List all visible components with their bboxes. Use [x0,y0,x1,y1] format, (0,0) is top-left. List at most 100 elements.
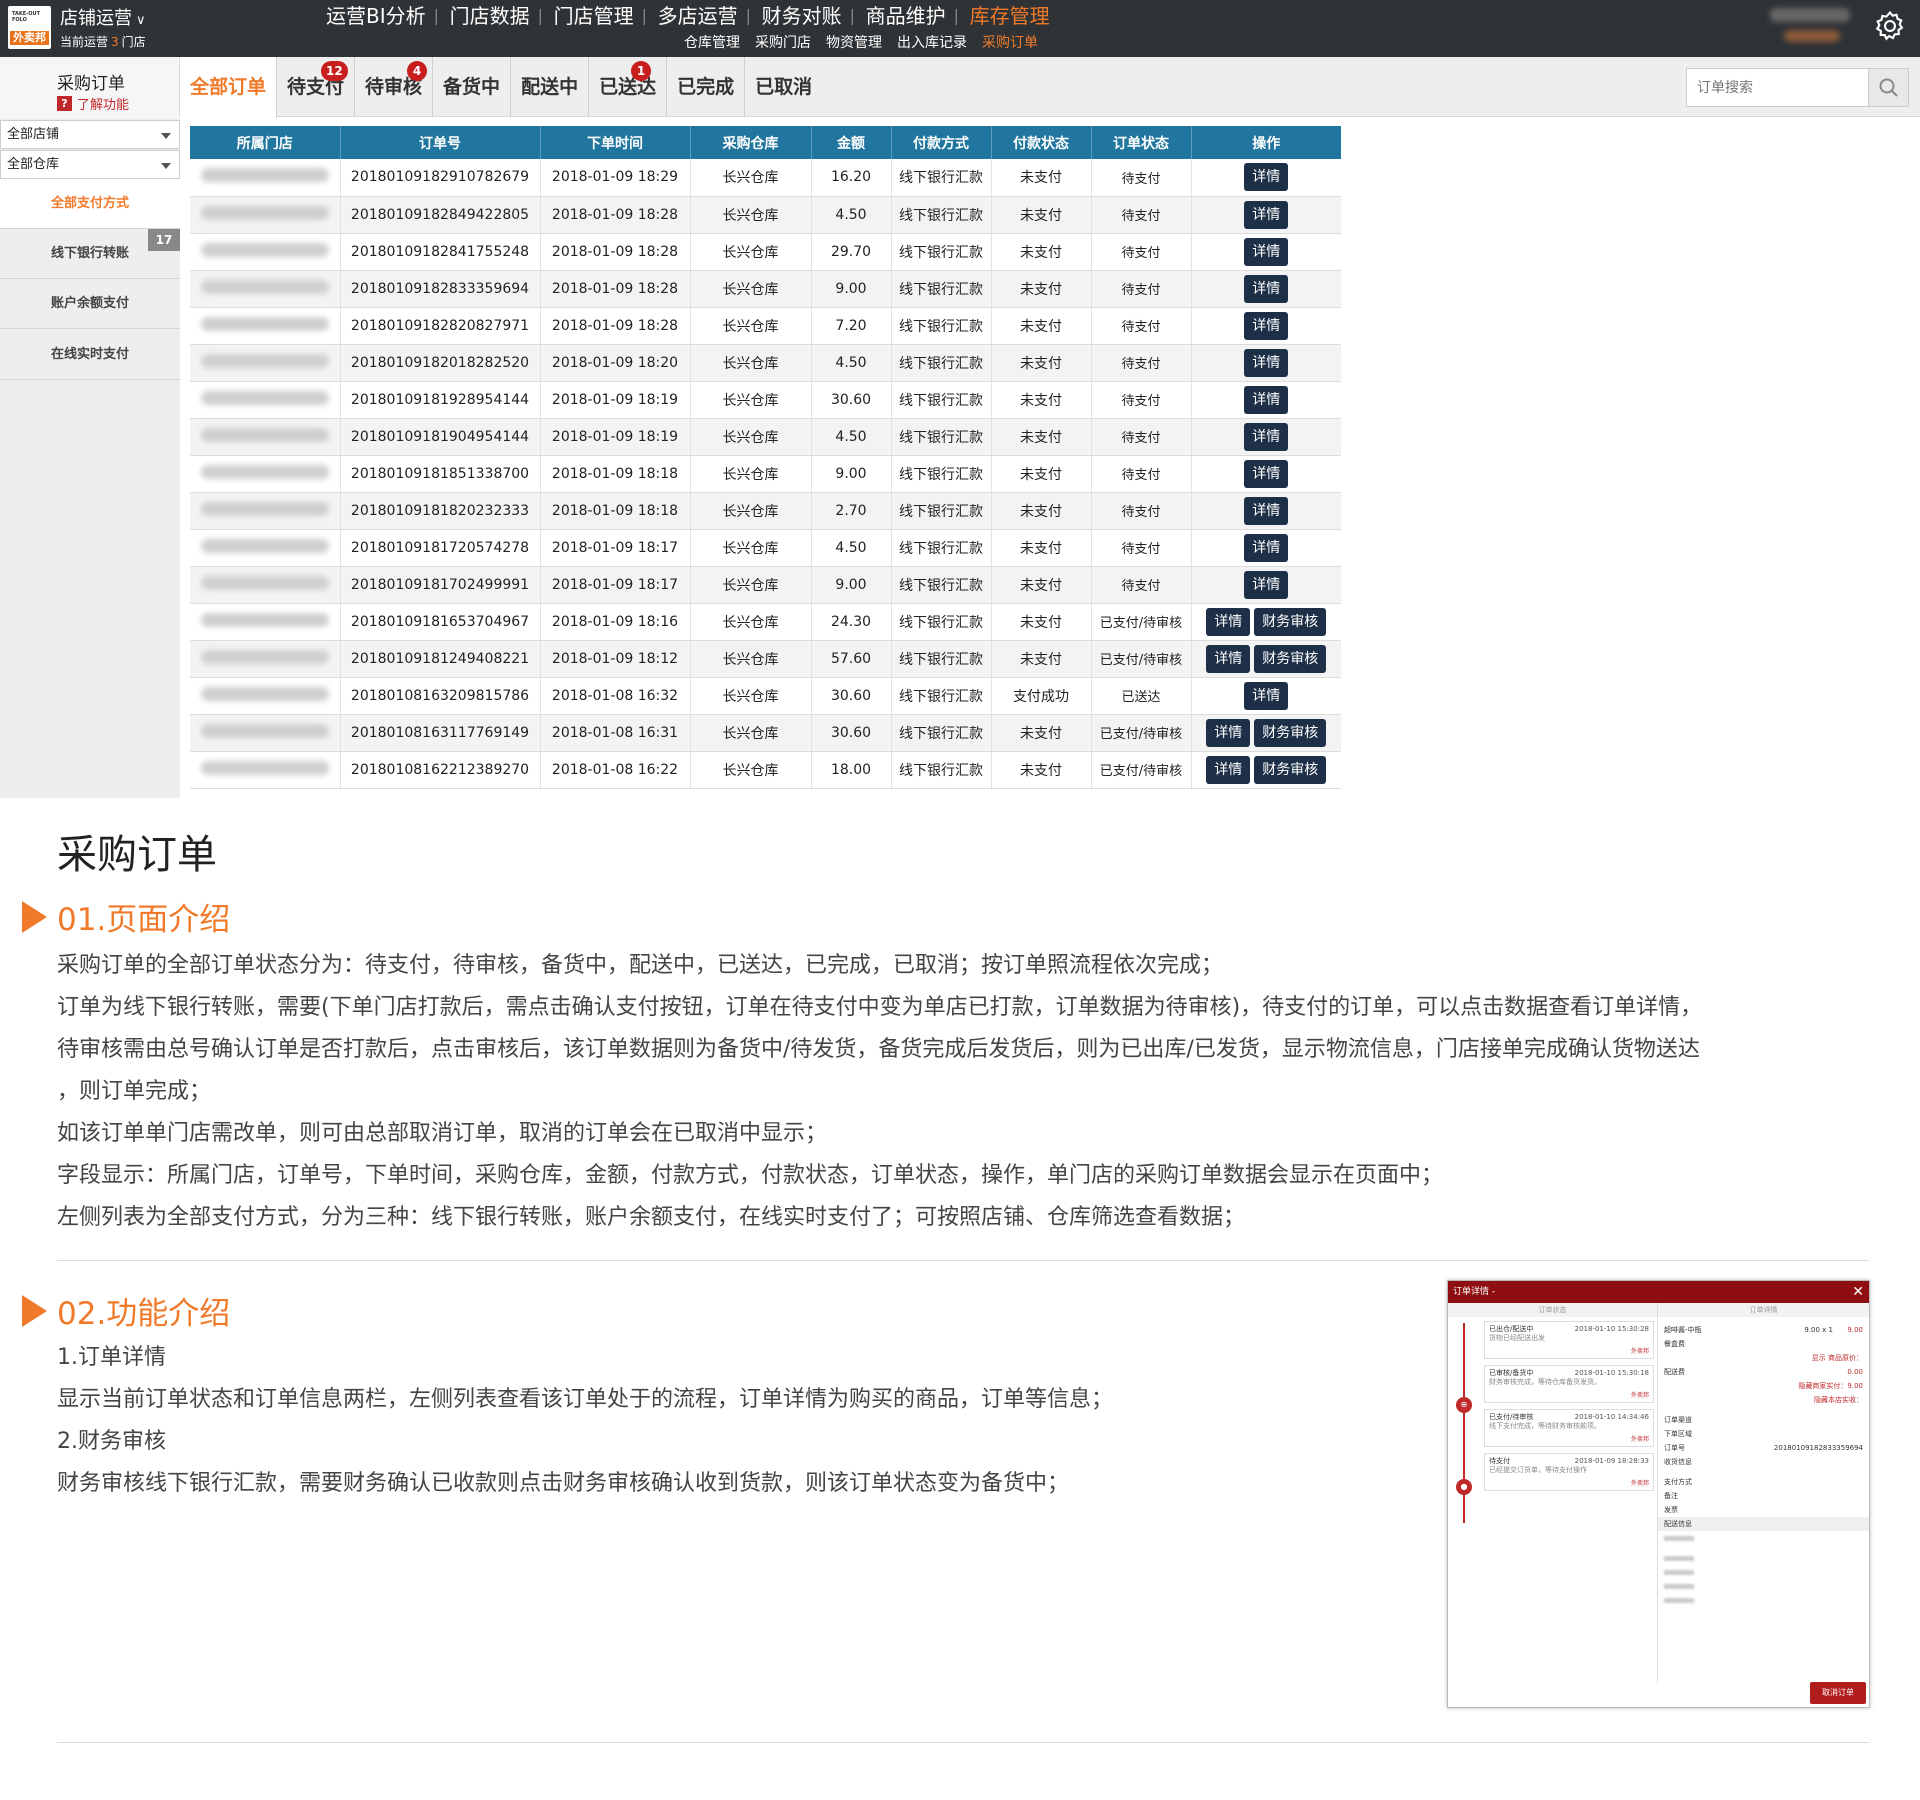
time-cell: 2018-01-09 18:28 [540,196,691,234]
detail-button[interactable]: 详情 [1206,718,1251,747]
time-cell: 2018-01-09 18:17 [540,566,691,604]
col-time[interactable]: 下单时间 [540,126,691,159]
table-row[interactable]: 20180109182018282520 2018-01-09 18:20 长兴仓库… [190,344,1341,382]
subnav-purchase-orders[interactable]: 采购订单 [982,32,1038,52]
nav-store-mgmt[interactable]: 门店管理 [538,3,646,29]
detail-button[interactable]: 详情 [1244,570,1289,599]
nav-inventory[interactable]: 库存管理 [954,3,1062,29]
order-no-cell: 20180109182833359694 [340,270,541,308]
gear-icon[interactable] [1873,9,1907,43]
warehouse-cell: 长兴仓库 [690,714,812,752]
finance-audit-button[interactable]: 财务审核 [1254,607,1327,636]
tab-delivering[interactable]: 配送中 [511,57,590,117]
table-row[interactable]: 20180109182841755248 2018-01-09 18:28 长兴仓库… [190,233,1341,271]
nav-bi[interactable]: 运营BI分析 [314,3,438,29]
nav-store-data[interactable]: 门店数据 [434,3,542,29]
amount-cell: 16.20 [811,159,892,197]
table-row[interactable]: 20180109181702499991 2018-01-09 18:17 长兴仓库… [190,566,1341,604]
detail-button[interactable]: 详情 [1244,681,1289,710]
section1-line: 如该订单单门店需改单，则可由总部取消订单，取消的订单会在已取消中显示； [57,1121,828,1146]
store-count: 3 [111,35,119,49]
detail-button[interactable]: 详情 [1244,274,1289,303]
finance-audit-button[interactable]: 财务审核 [1254,718,1327,747]
nav-multi-store[interactable]: 多店运营 [642,3,750,29]
search-input[interactable] [1687,69,1869,106]
sidebar-item-bank-transfer[interactable]: 线下银行转账 17 [0,229,180,279]
table-row[interactable]: 20180109181904954144 2018-01-09 18:19 长兴仓库… [190,418,1341,456]
tab-all[interactable]: 全部订单 [180,57,278,118]
warehouse-filter-select[interactable]: 全部仓库 [0,150,180,179]
tab-cancelled[interactable]: 已取消 [745,57,822,117]
nav-goods[interactable]: 商品维护 [850,3,958,29]
brand-logo[interactable]: TAKE-OUT FOLO 外卖邦 [8,6,51,49]
table-row[interactable]: 20180109181820232333 2018-01-09 18:18 长兴仓库… [190,492,1341,530]
detail-button[interactable]: 详情 [1206,644,1251,673]
store-filter-select[interactable]: 全部店铺 [0,120,180,149]
amount-cell: 2.70 [811,492,892,530]
detail-button[interactable]: 详情 [1244,311,1289,340]
tab-delivered[interactable]: 已送达 1 [589,57,668,117]
tab-pending-review[interactable]: 待审核 4 [355,57,434,117]
time-cell: 2018-01-08 16:31 [540,714,691,752]
table-row[interactable]: 20180109181653704967 2018-01-09 18:16 长兴仓库… [190,603,1341,641]
timeline-time: 2018-01-10 15:30:28 [1574,1325,1649,1333]
detail-button[interactable]: 详情 [1244,385,1289,414]
blurred-store-name [200,353,329,368]
subnav-stock-records[interactable]: 出入库记录 [897,32,967,52]
cancel-order-button[interactable]: 取消订单 [1810,1682,1866,1704]
detail-button[interactable]: 详情 [1244,459,1289,488]
close-icon[interactable]: ✕ [1852,1281,1864,1303]
detail-button[interactable]: 详情 [1206,607,1251,636]
detail-button[interactable]: 详情 [1244,533,1289,562]
detail-button[interactable]: 详情 [1244,237,1289,266]
table-row[interactable]: 20180108163209815786 2018-01-08 16:32 长兴仓库… [190,677,1341,715]
detail-button[interactable]: 详情 [1244,496,1289,525]
sidebar-item-online[interactable]: 在线实时支付 [0,330,180,380]
subnav-warehouse[interactable]: 仓库管理 [684,32,740,52]
tab-completed[interactable]: 已完成 [667,57,746,117]
col-pay-method[interactable]: 付款方式 [891,126,992,159]
subnav-purchase-store[interactable]: 采购门店 [755,32,811,52]
detail-button[interactable]: 详情 [1244,348,1289,377]
detail-button[interactable]: 详情 [1244,422,1289,451]
finance-audit-button[interactable]: 财务审核 [1254,755,1327,784]
detail-button[interactable]: 详情 [1244,200,1289,229]
tab-label: 已取消 [755,76,813,98]
table-row[interactable]: 20180109182849422805 2018-01-09 18:28 长兴仓库… [190,196,1341,234]
blurred-text [1664,1569,1694,1575]
store-cell [190,492,341,530]
user-name-blurred[interactable] [1770,8,1850,22]
sidebar-item-all-payment[interactable]: 全部支付方式 [0,179,180,229]
table-row[interactable]: 20180108163117769149 2018-01-08 16:31 长兴仓库… [190,714,1341,752]
col-order-status[interactable]: 订单状态 [1091,126,1192,159]
col-store[interactable]: 所属门店 [190,126,341,159]
table-row[interactable]: 20180109182820827971 2018-01-09 18:28 长兴仓库… [190,307,1341,345]
col-order-no[interactable]: 订单号 [340,126,541,159]
table-row[interactable]: 20180109181851338700 2018-01-09 18:18 长兴仓库… [190,455,1341,493]
store-ops-menu[interactable]: 店铺运营 ∨ [60,4,146,30]
sidebar-item-balance[interactable]: 账户余额支付 [0,279,180,329]
blurred-store-name [200,686,329,701]
timeline-time: 2018-01-10 14:34:46 [1574,1413,1649,1421]
table-row[interactable]: 20180108162212389270 2018-01-08 16:22 长兴仓库… [190,751,1341,789]
table-row[interactable]: 20180109181720574278 2018-01-09 18:17 长兴仓库… [190,529,1341,567]
detail-button[interactable]: 详情 [1244,163,1289,192]
section1-title: 01.页面介绍 [57,902,231,938]
col-warehouse[interactable]: 采购仓库 [690,126,812,159]
table-row[interactable]: 20180109182833359694 2018-01-09 18:28 长兴仓库… [190,270,1341,308]
finance-audit-button[interactable]: 财务审核 [1254,644,1327,673]
table-row[interactable]: 20180109181928954144 2018-01-09 18:19 长兴仓库… [190,381,1341,419]
col-pay-status[interactable]: 付款状态 [991,126,1092,159]
tab-pending-pay[interactable]: 待支付 12 [277,57,356,117]
warehouse-cell: 长兴仓库 [690,455,812,493]
detail-button[interactable]: 详情 [1206,755,1251,784]
subnav-materials[interactable]: 物资管理 [826,32,882,52]
search-button[interactable] [1868,69,1908,106]
table-row[interactable]: 20180109182910782679 2018-01-09 18:29 长兴仓库… [190,159,1341,197]
help-link[interactable]: ? 了解功能 [57,94,129,113]
table-row[interactable]: 20180109181249408221 2018-01-09 18:12 长兴仓库… [190,640,1341,678]
nav-finance[interactable]: 财务对账 [746,3,854,29]
tab-preparing[interactable]: 备货中 [433,57,512,117]
store-cell [190,677,341,715]
col-amount[interactable]: 金额 [811,126,892,159]
